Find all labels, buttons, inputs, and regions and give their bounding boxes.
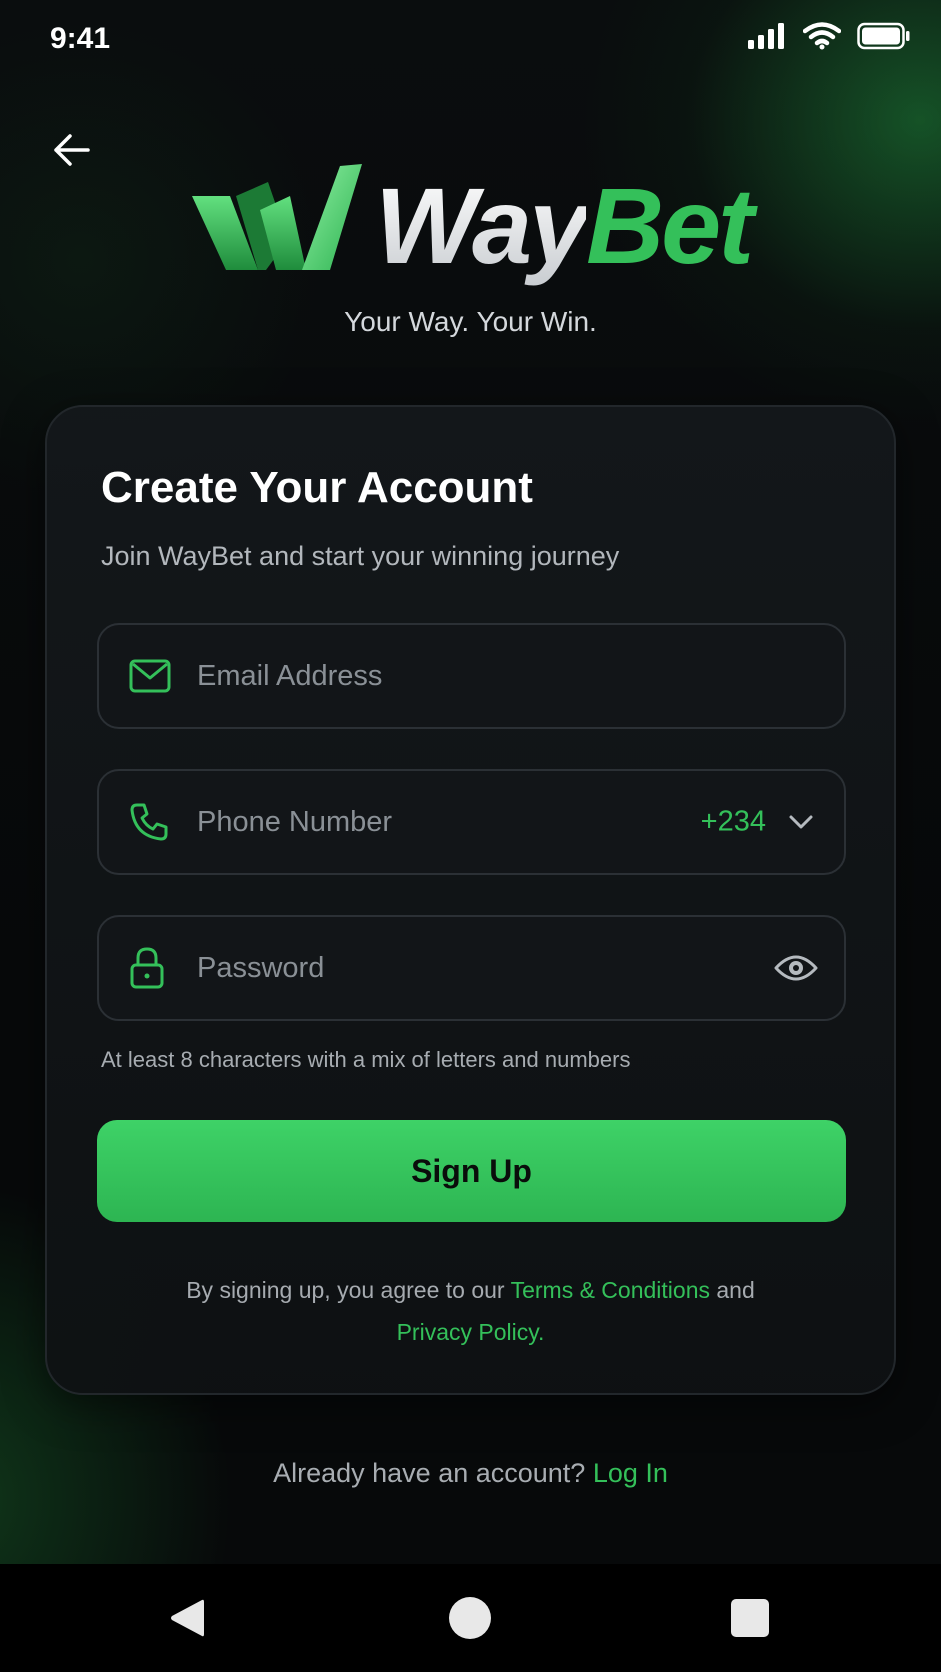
wifi-icon — [803, 22, 841, 50]
password-hint: At least 8 characters with a mix of lett… — [101, 1047, 631, 1072]
password-input[interactable] — [197, 917, 697, 1019]
back-button[interactable] — [48, 128, 96, 176]
chevron-down-icon[interactable] — [788, 814, 814, 830]
battery-icon — [857, 22, 911, 50]
page-subtitle: Join WayBet and start your winning journ… — [101, 541, 620, 571]
nav-recent-icon[interactable] — [730, 1598, 770, 1638]
brand-logo: WayBet — [190, 160, 754, 290]
status-bar: 9:41 — [0, 0, 941, 82]
signup-card: Create Your Account Join WayBet and star… — [45, 405, 896, 1395]
mail-icon — [129, 659, 171, 693]
phone-input[interactable] — [197, 771, 637, 873]
arrow-left-icon — [50, 128, 94, 177]
login-prompt: Already have an account? Log In — [0, 1458, 941, 1489]
phone-icon — [129, 802, 169, 842]
brand-name-bet: Bet — [586, 165, 754, 286]
brand-name: WayBet — [375, 172, 754, 280]
signup-screen: 9:41 WayBet Your Way. Your Win. Create Y… — [0, 0, 941, 1672]
status-time: 9:41 — [50, 22, 111, 55]
email-input[interactable] — [197, 625, 797, 727]
brand-tagline: Your Way. Your Win. — [344, 306, 597, 337]
password-field[interactable] — [97, 915, 846, 1021]
privacy-policy-link[interactable]: Privacy Policy. — [397, 1319, 545, 1345]
phone-field[interactable]: +234 — [97, 769, 846, 875]
nav-back-icon[interactable] — [168, 1597, 206, 1639]
status-icons — [747, 22, 911, 50]
lock-icon — [129, 947, 165, 989]
sign-up-button[interactable]: Sign Up — [97, 1120, 846, 1222]
country-code-select[interactable]: +234 — [701, 806, 766, 839]
logo-w-icon — [190, 160, 365, 280]
terms-prefix: By signing up, you agree to our — [186, 1277, 511, 1303]
navigation-bar — [0, 1564, 941, 1672]
terms-text: By signing up, you agree to our Terms & … — [47, 1269, 894, 1353]
signal-icon — [747, 22, 787, 50]
eye-icon[interactable] — [774, 952, 818, 984]
terms-middle: and — [710, 1277, 755, 1303]
terms-conditions-link[interactable]: Terms & Conditions — [511, 1277, 710, 1303]
page-title: Create Your Account — [101, 463, 533, 512]
email-field[interactable] — [97, 623, 846, 729]
log-in-link[interactable]: Log In — [593, 1458, 668, 1488]
nav-home-icon[interactable] — [448, 1596, 492, 1640]
login-prompt-text: Already have an account? — [273, 1458, 593, 1488]
brand-name-way: Way — [375, 165, 589, 286]
